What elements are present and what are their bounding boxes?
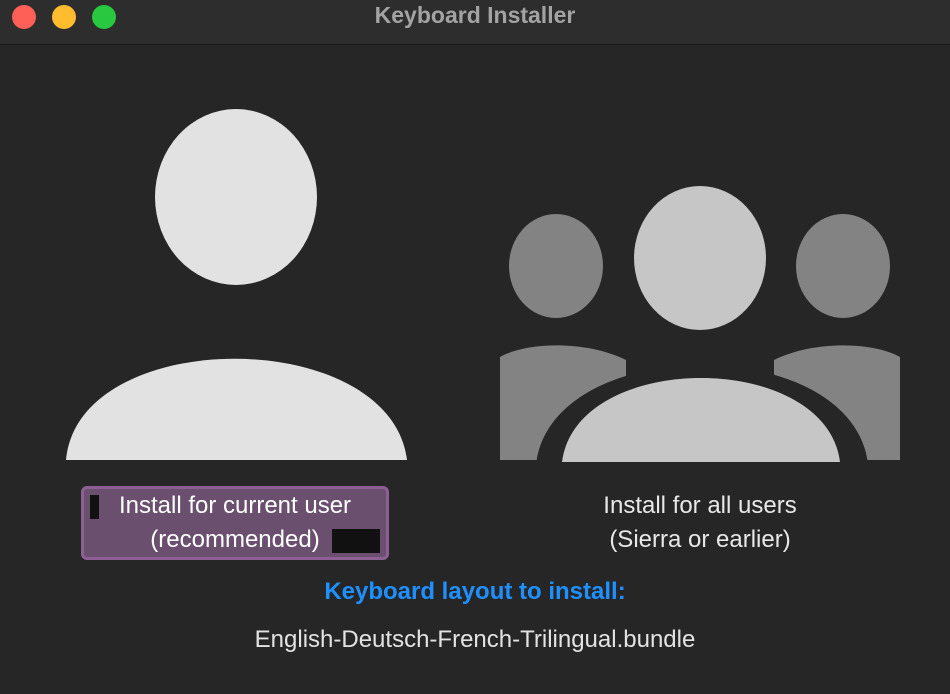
install-current-user-option[interactable] xyxy=(60,105,414,465)
all-users-label[interactable]: Install for all users (Sierra or earlier… xyxy=(498,489,902,557)
person-icon xyxy=(66,109,407,460)
group-icon xyxy=(500,186,900,464)
install-all-users-option[interactable] xyxy=(496,182,904,465)
layout-heading: Keyboard layout to install: xyxy=(324,578,626,605)
current-user-label-line1: Install for current user xyxy=(118,492,352,519)
title-bar: Keyboard Installer xyxy=(0,0,950,45)
all-users-label-line1: Install for all users xyxy=(603,492,797,519)
installer-window: Keyboard Installer Install for current u… xyxy=(0,0,950,694)
bundle-name: English-Deutsch-French-Trilingual.bundle xyxy=(254,626,696,653)
window-title: Keyboard Installer xyxy=(374,2,576,28)
all-users-label-line2: (Sierra or earlier) xyxy=(609,526,791,553)
current-user-label[interactable]: Install for current user (recommended) xyxy=(81,486,389,560)
current-user-label-line2: (recommended) xyxy=(150,526,320,553)
